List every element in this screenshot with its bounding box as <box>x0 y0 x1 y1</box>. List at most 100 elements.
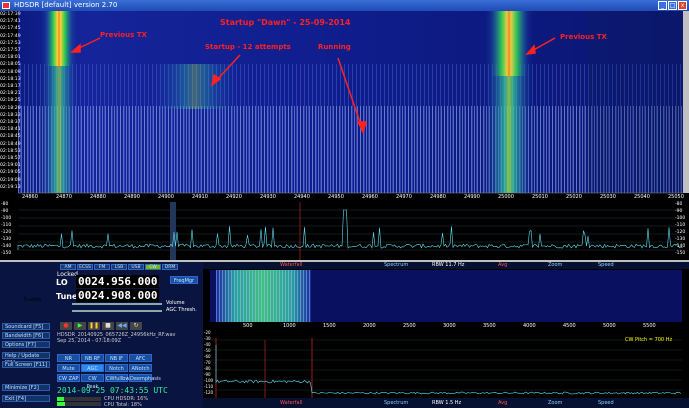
mode-button-nb-rf[interactable]: NB RF <box>81 354 104 362</box>
agc-slider[interactable] <box>72 310 162 312</box>
freq-tick-label: 24930 <box>260 194 276 200</box>
cpu-bar-total <box>57 402 101 406</box>
mode-fm-button[interactable]: FM <box>94 264 110 270</box>
time-label: 02:18:13 <box>0 76 21 82</box>
time-label: 02:18:53 <box>0 148 21 154</box>
freqmgr-button[interactable]: FreqMgr <box>170 276 198 284</box>
mode-button-anotch[interactable]: ANotch <box>129 364 152 372</box>
db-tick-label: -110 <box>1 223 12 228</box>
mode-button-notch[interactable]: Notch <box>105 364 128 372</box>
soundcard-button[interactable]: Soundcard [F5] <box>2 323 50 330</box>
af-db-tick-label: -110 <box>204 384 214 389</box>
speed-top[interactable]: Speed <box>598 262 614 268</box>
mode-button-nb-if[interactable]: NB IF <box>105 354 128 362</box>
agc-thresh-label: AGC Thresh. <box>166 307 197 313</box>
time-label: 02:18:29 <box>0 105 21 111</box>
clock-display: 2014-09-25 07:43:55 UTC <box>57 386 168 395</box>
time-label: 02:19:05 <box>0 170 21 176</box>
avg-bottom[interactable]: Avg <box>498 400 507 406</box>
freq-tick-label: 24970 <box>396 194 412 200</box>
freq-tick-label: 25040 <box>634 194 650 200</box>
af-tick-label: 5500 <box>643 323 656 329</box>
main-spectrum[interactable] <box>0 202 689 260</box>
recording-date: Sep 25, 2014 - 07:18:09Z <box>57 338 122 344</box>
avg-top[interactable]: Avg <box>498 262 507 268</box>
af-db-tick-label: -80 <box>204 366 211 371</box>
mode-usb-button[interactable]: USB <box>128 264 144 270</box>
af-db-tick-label: -70 <box>204 360 211 365</box>
freq-tick-label: 24990 <box>464 194 480 200</box>
spectrum-toolbar-label[interactable]: Spectrum <box>384 262 408 268</box>
af-db-tick-label: -60 <box>204 354 211 359</box>
time-label: 02:18:01 <box>0 55 21 61</box>
mode-cw-button[interactable]: CW <box>145 264 161 270</box>
mode-button-agc-fast[interactable]: AGC Fast <box>81 364 104 380</box>
time-label: 02:18:37 <box>0 120 21 125</box>
rbw-bottom[interactable]: RBW 1.5 Hz <box>432 400 461 406</box>
waterfall-toolbar-label-2[interactable]: Waterfall <box>280 400 302 406</box>
db-tick-label: -100 <box>1 216 12 221</box>
db-tick-label-right: -100 <box>675 216 686 221</box>
lo-label: LO <box>56 278 68 287</box>
play-icon[interactable]: ▶ <box>74 322 86 330</box>
mode-am-button[interactable]: AM <box>60 264 76 270</box>
freq-tick-label: 25010 <box>532 194 548 200</box>
bandwidth-button[interactable]: Bandwidth [F6] <box>2 332 50 339</box>
mode-button-deemphasis[interactable]: Deemphasis <box>129 374 161 382</box>
zoom-top[interactable]: Zoom <box>548 262 562 268</box>
af-tick-label: 1000 <box>283 323 296 329</box>
spectrum-toolbar-label-2[interactable]: Spectrum <box>384 400 408 406</box>
annotation-previous-tx-2: Previous TX <box>560 33 607 41</box>
time-label: 02:17:41 <box>0 19 21 25</box>
af-tick-label: 4500 <box>563 323 576 329</box>
freq-tick-label: 24870 <box>56 194 72 200</box>
record-icon[interactable]: ● <box>60 322 72 330</box>
volume-label: Volume <box>166 300 185 306</box>
db-tick-label: -120 <box>1 230 12 235</box>
zoom-bottom[interactable]: Zoom <box>548 400 562 406</box>
speed-bottom[interactable]: Speed <box>598 400 614 406</box>
rbw-top[interactable]: RBW 11.7 Hz <box>432 262 464 268</box>
cpu-bar-hdsdr <box>57 397 101 401</box>
freq-tick-label: 24910 <box>192 194 208 200</box>
mode-button-afc[interactable]: AFC <box>129 354 152 362</box>
annotation-previous-tx-1: Previous TX <box>100 31 147 39</box>
time-label: 02:19:09 <box>0 177 21 183</box>
minimize-button[interactable]: Minimize [F2] <box>2 384 50 391</box>
help-update-button[interactable]: Help / Update [F1] <box>2 352 50 366</box>
tune-frequency[interactable]: 0024.908.000 <box>76 289 160 302</box>
af-db-tick-label: -120 <box>204 390 214 395</box>
freq-tick-label: 24880 <box>90 194 106 200</box>
lo-frequency[interactable]: 0024.956.000 <box>76 275 160 288</box>
mode-button-nr[interactable]: NR <box>57 354 80 362</box>
freq-tick-label: 25030 <box>600 194 616 200</box>
full-screen-button[interactable]: Full Screen [F11] <box>2 361 50 368</box>
db-tick-label: -140 <box>1 244 12 249</box>
mode-button-cw-peak[interactable]: CW Peak <box>81 374 104 390</box>
mode-lsb-button[interactable]: LSB <box>111 264 127 270</box>
loop-icon[interactable]: ↻ <box>130 322 142 330</box>
rewind-icon[interactable]: ◀◀ <box>116 322 128 330</box>
db-tick-label: -130 <box>1 237 12 242</box>
af-db-tick-label: -30 <box>204 336 211 341</box>
db-tick-label-right: -120 <box>675 230 686 235</box>
freq-tick-label: 24950 <box>328 194 344 200</box>
pause-icon[interactable]: ❚❚ <box>88 322 100 330</box>
options-button[interactable]: Options [F7] <box>2 341 50 348</box>
af-db-tick-label: -40 <box>204 342 211 347</box>
mode-button-cwfullbw[interactable]: CWfullbw <box>105 374 129 382</box>
db-tick-label-right: -110 <box>675 223 686 228</box>
mode-ecss-button[interactable]: ECSS <box>77 264 93 270</box>
volume-slider[interactable] <box>72 303 162 305</box>
mode-drm-button[interactable]: DRM <box>162 264 178 270</box>
exit-button[interactable]: Exit [F4] <box>2 395 50 402</box>
db-tick-label-right: -130 <box>675 237 686 242</box>
waterfall-toolbar-label[interactable]: Waterfall <box>280 262 302 268</box>
freq-tick-label: 24980 <box>430 194 446 200</box>
af-tick-label: 500 <box>243 323 253 329</box>
stop-icon[interactable]: ■ <box>102 322 114 330</box>
freq-tick-label: 24900 <box>158 194 174 200</box>
mode-button-mute[interactable]: Mute <box>57 364 80 372</box>
mode-button-cw-zap[interactable]: CW ZAP <box>57 374 80 382</box>
time-label: 02:19:13 <box>0 184 21 190</box>
